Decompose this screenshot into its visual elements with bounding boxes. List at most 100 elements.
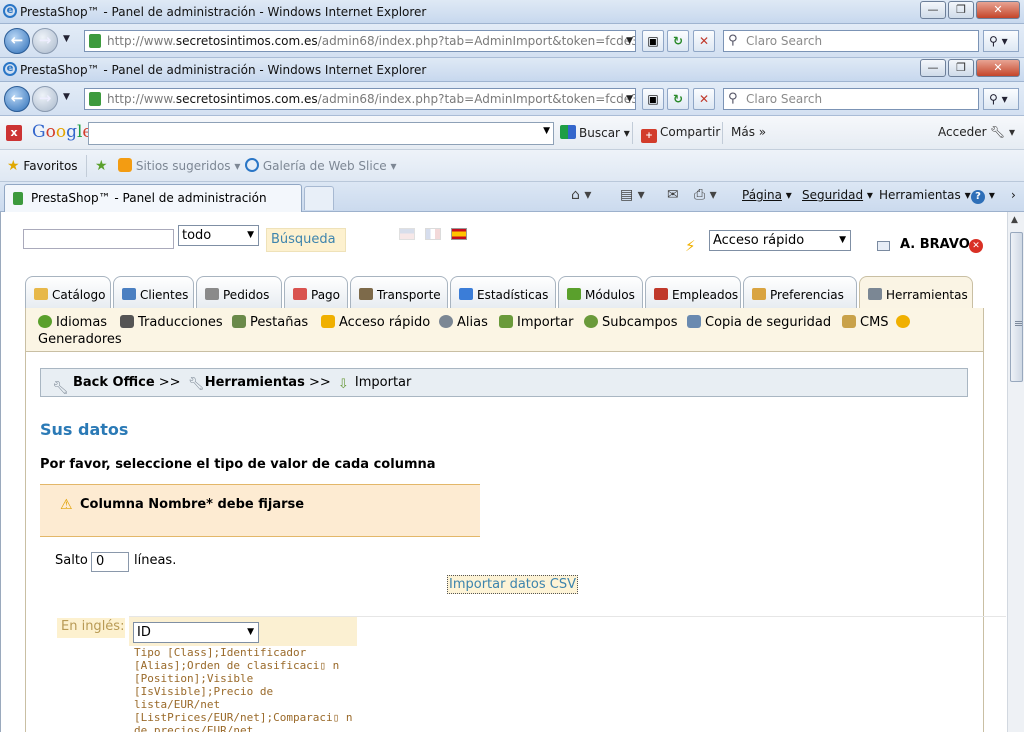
search-input[interactable]: ⚲ Claro Search [723,88,979,110]
flag-es-icon[interactable] [451,228,467,240]
search-scope-select[interactable]: todo ▼ [178,225,259,246]
history-dropdown-icon[interactable]: ▼ [63,34,70,44]
google-mas-button[interactable]: Más » [731,125,766,139]
wrench-icon: 🔧︎ [187,377,205,392]
submenu-acceso-rapido[interactable]: Acceso rápido [321,315,430,330]
more-commands-icon[interactable]: › [1011,188,1016,202]
google-buscar-button[interactable]: Buscar ▾ [560,125,630,140]
tab-herramientas[interactable]: Herramientas [859,276,973,310]
forward-button[interactable]: → [32,86,58,112]
stop-icon[interactable]: ✕ [693,30,715,52]
magnifier-icon [439,315,453,328]
web-slice-gallery-link[interactable]: Galería de Web Slice ▾ [245,158,397,173]
folder-icon [34,288,48,300]
submenu-cms[interactable]: CMS [842,315,889,330]
search-go-button[interactable]: ⚲ ▾ [983,30,1019,52]
favorites-button[interactable]: ★ Favoritos [7,158,78,174]
window-title: PrestaShop™ - Panel de administración - … [20,5,427,19]
submenu-subcampos[interactable]: Subcampos [584,315,678,330]
breadcrumb-back-office[interactable]: Back Office [73,375,155,390]
mail-icon[interactable]: ✉ [667,187,679,203]
wrench-icon [868,288,882,300]
submenu-alias[interactable]: Alias [439,315,488,330]
submenu-traducciones[interactable]: Traducciones [120,315,223,330]
tab-clientes[interactable]: Clientes [113,276,194,308]
new-tab-button[interactable] [304,186,334,210]
minimize-button[interactable]: — [920,1,946,19]
flag-fr-icon[interactable] [425,228,441,240]
close-toolbar-icon[interactable]: x [6,125,22,141]
tab-pedidos[interactable]: Pedidos [196,276,282,308]
refresh-icon[interactable]: ↻ [667,30,689,52]
close-window-button[interactable]: ✕ [976,1,1020,19]
address-bar[interactable]: http://www.secretosintimos.com.es/admin6… [84,30,636,52]
warning-text: Columna Nombre* debe fijarse [80,497,305,512]
submenu-idiomas[interactable]: Idiomas [38,315,107,330]
quick-access-select[interactable]: Acceso rápido ▼ [709,230,851,251]
scroll-up-icon[interactable]: ▲ [1011,215,1018,225]
flag-en-icon[interactable] [399,228,415,240]
security-menu[interactable]: Seguridad ▾ [802,188,873,202]
address-dropdown-icon[interactable]: ▼ [626,89,633,109]
favorites-bar: ★ Favoritos ★ Sitios sugeridos ▾ Galería… [0,150,1024,182]
scrollbar-thumb[interactable] [1010,232,1023,382]
address-dropdown-icon[interactable]: ▼ [626,31,633,51]
stop-icon[interactable]: ✕ [693,88,715,110]
maximize-button[interactable]: ❐ [948,1,974,19]
page-viewport: todo ▼ Búsqueda ⚡︎ Acceso rápido ▼ A. BRAV… [0,212,1024,732]
breadcrumb-herramientas[interactable]: Herramientas [205,375,305,390]
chevron-down-icon[interactable]: ▼ [543,126,550,136]
google-search-input[interactable]: ▼ [88,122,554,145]
page-menu[interactable]: Página ▾ [742,188,792,202]
submenu-copia-seguridad[interactable]: Copia de seguridad [687,315,831,330]
back-button[interactable]: ← [4,86,30,112]
compatibility-view-icon[interactable]: ▣ [642,30,664,52]
print-icon[interactable]: ⎙ ▾ [694,187,717,203]
search-input[interactable]: ⚲ Claro Search [723,30,979,52]
subfields-icon [584,315,598,328]
tab-preferencias[interactable]: Preferencias [743,276,857,308]
refresh-icon[interactable]: ↻ [667,88,689,110]
home-icon[interactable]: ⌂ ▾ [571,187,591,203]
google-compartir-button[interactable]: + Compartir [641,125,720,143]
warning-box: ⚠ Columna Nombre* debe fijarse [40,484,480,537]
browser-tab[interactable]: PrestaShop™ - Panel de administración [4,184,302,212]
logout-icon[interactable]: ✕ [969,239,983,253]
column-type-select[interactable]: ID ▼ [133,622,259,643]
search-go-button[interactable]: ⚲ ▾ [983,88,1019,110]
wrench-icon[interactable]: 🔧︎ ▾ [990,125,1015,139]
history-dropdown-icon[interactable]: ▼ [63,92,70,102]
tab-pago[interactable]: Pago [284,276,348,308]
generators-bulb-icon [896,315,914,330]
submenu-pestanas[interactable]: Pestañas [232,315,308,330]
import-csv-button[interactable]: Importar datos CSV [447,575,578,594]
wrench-icon: 🔧︎ [52,381,69,396]
google-toolbar: x Google ▼ Buscar ▾ +Compartir Más » Acc… [0,116,1024,150]
submenu-importar[interactable]: Importar [499,315,573,330]
search-button[interactable]: Búsqueda [266,228,346,252]
google-acceder-button[interactable]: Acceder [938,125,987,139]
skip-lines-input[interactable]: 0 [91,552,129,572]
admin-search-input[interactable] [23,229,174,249]
add-favorite-icon[interactable]: ★ [95,158,108,174]
close-window-button[interactable]: ✕ [976,59,1020,77]
help-menu[interactable]: ? ▾ [971,188,995,204]
address-bar[interactable]: http://www.secretosintimos.com.es/admin6… [84,88,636,110]
tab-modulos[interactable]: Módulos [558,276,643,308]
minimize-button[interactable]: — [920,59,946,77]
tab-transporte[interactable]: Transporte [350,276,448,308]
tab-empleados[interactable]: Empleados [645,276,741,308]
vertical-scrollbar[interactable]: ▲ [1007,212,1024,732]
rss-feed-icon[interactable]: ▤ ▾ [620,187,645,203]
ie-icon: e [3,62,17,76]
tab-estadisticas[interactable]: Estadísticas [450,276,556,308]
chart-icon [459,288,473,300]
suggested-sites-link[interactable]: Sitios sugeridos ▾ [118,158,240,173]
forward-button[interactable]: → [32,28,58,54]
maximize-button[interactable]: ❐ [948,59,974,77]
back-button[interactable]: ← [4,28,30,54]
compatibility-view-icon[interactable]: ▣ [642,88,664,110]
submenu-generadores[interactable]: Generadores [38,332,122,347]
tools-menu[interactable]: Herramientas ▾ [879,188,971,202]
tab-catalogo[interactable]: Catálogo [25,276,111,308]
